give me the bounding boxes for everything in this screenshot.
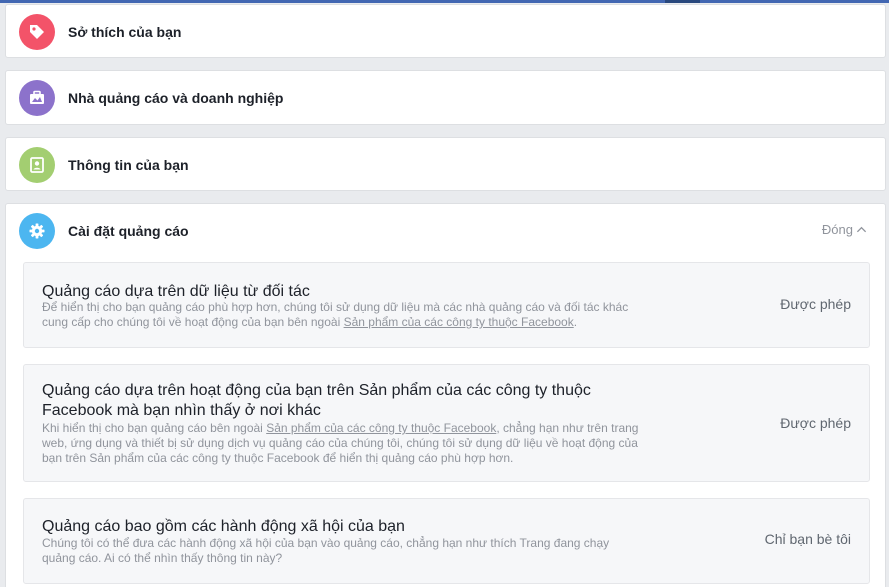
setting-title: Quảng cáo dựa trên hoạt động của bạn trê… [42, 381, 642, 421]
advertisers-header[interactable]: Nhà quảng cáo và doanh nghiệp [6, 71, 885, 125]
briefcase-icon [19, 80, 55, 116]
desc-line: Khi hiển thị cho bạn quảng cáo bên ngoài [42, 421, 267, 435]
your-info-section[interactable]: Thông tin của bạn [5, 137, 886, 191]
interests-header[interactable]: Sở thích của bạn [6, 5, 885, 59]
top-bar-indicator [665, 0, 700, 3]
advertisers-section[interactable]: Nhà quảng cáo và doanh nghiệp [5, 70, 886, 125]
top-bar [0, 0, 889, 3]
desc-line: Chúng tôi có thể đưa các hành động xã hộ… [42, 536, 610, 550]
setting-description: Khi hiển thị cho bạn quảng cáo bên ngoài… [42, 421, 682, 466]
facebook-products-link[interactable]: Sản phẩm của các công ty thuộc Facebook [266, 421, 496, 435]
setting-value[interactable]: Được phép [780, 296, 851, 312]
ad-settings-header[interactable]: Cài đặt quảng cáo Đóng [6, 204, 885, 258]
title-line: Facebook mà bạn nhìn thấy ở nơi khác [42, 402, 321, 419]
close-label: Đóng [821, 222, 853, 237]
setting-description: Để hiển thị cho bạn quảng cáo phù hợp hơ… [42, 300, 682, 330]
desc-line: , chẳng hạn như trên trang [496, 421, 639, 435]
desc-line: cung cấp cho chúng tôi về hoạt động của … [42, 315, 344, 329]
interests-section[interactable]: Sở thích của bạn [5, 4, 886, 58]
setting-value[interactable]: Chỉ bạn bè tôi [765, 531, 851, 547]
setting-description: Chúng tôi có thể đưa các hành động xã hộ… [42, 536, 682, 566]
setting-title: Quảng cáo dựa trên dữ liệu từ đối tác [42, 283, 310, 300]
section-title: Thông tin của bạn [68, 157, 189, 173]
desc-line: Để hiển thị cho bạn quảng cáo phù hợp hơ… [42, 300, 629, 314]
title-line: Quảng cáo dựa trên hoạt động của bạn trê… [42, 382, 591, 399]
your-info-header[interactable]: Thông tin của bạn [6, 138, 885, 192]
tag-icon [19, 14, 55, 50]
section-title: Cài đặt quảng cáo [68, 223, 189, 239]
facebook-products-link[interactable]: Sản phẩm của các công ty thuộc Facebook [344, 315, 574, 329]
setting-social-actions[interactable]: Quảng cáo bao gồm các hành động xã hội c… [23, 498, 870, 584]
setting-value[interactable]: Được phép [780, 415, 851, 431]
section-title: Sở thích của bạn [68, 24, 182, 40]
desc-line: quảng cáo. Ai có thể nhìn thấy thông tin… [42, 551, 283, 565]
close-button[interactable]: Đóng [822, 222, 867, 237]
ad-settings-section: Cài đặt quảng cáo Đóng Quảng cáo dựa trê… [5, 203, 886, 587]
id-card-icon [19, 147, 55, 183]
setting-title: Quảng cáo bao gồm các hành động xã hội c… [42, 518, 405, 535]
chevron-up-icon [856, 226, 867, 233]
desc-line: web, ứng dụng và thiết bị sử dụng dịch v… [42, 436, 638, 450]
desc-line: bạn trên Sản phẩm của các công ty thuộc … [42, 451, 514, 465]
desc-punct: . [573, 315, 578, 329]
section-title: Nhà quảng cáo và doanh nghiệp [68, 90, 284, 106]
setting-activity-elsewhere[interactable]: Quảng cáo dựa trên hoạt động của bạn trê… [23, 364, 870, 482]
setting-partner-data[interactable]: Quảng cáo dựa trên dữ liệu từ đối tác Để… [23, 262, 870, 348]
gear-icon [19, 213, 55, 249]
